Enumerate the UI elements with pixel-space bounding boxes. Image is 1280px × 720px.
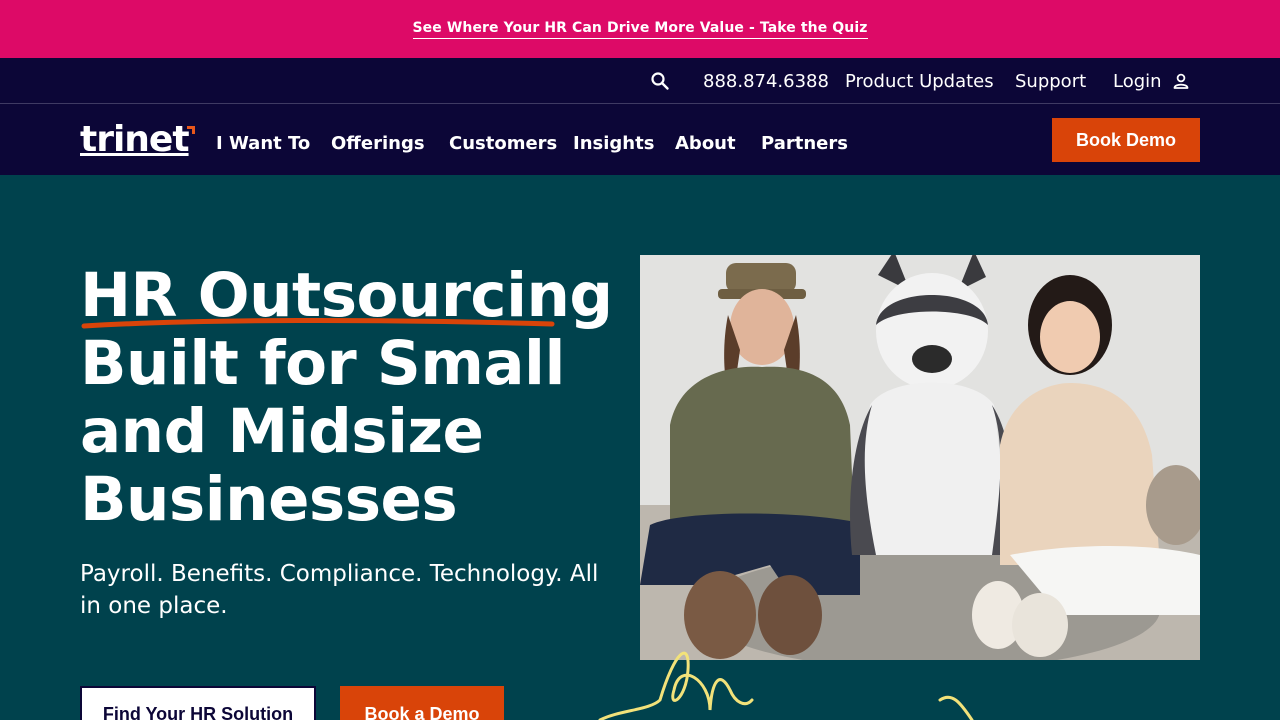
title-underline-decoration [81,317,555,329]
logo-accent-mark [186,126,195,134]
hero-subtitle: Payroll. Benefits. Compliance. Technolog… [80,561,599,619]
hero-title: HR Outsourcing Built for Small and Midsi… [80,262,620,534]
nav-partners[interactable]: Partners [761,104,848,182]
phone-link[interactable]: 888.874.6388 [703,58,829,104]
user-icon [1173,73,1188,89]
promo-quiz-link[interactable]: See Where Your HR Can Drive More Value -… [412,20,868,39]
support-link[interactable]: Support [1015,58,1086,104]
nav-insights[interactable]: Insights [573,104,654,182]
hero-photo [640,255,1200,660]
login-label: Login [1113,70,1162,92]
nav-about[interactable]: About [675,104,736,182]
login-link[interactable]: Login [1113,58,1190,104]
nav-customers[interactable]: Customers [449,104,557,182]
hero-title-line: and Midsize [80,396,484,467]
nav-i-want-to[interactable]: I Want To [216,104,310,182]
search-button[interactable] [648,58,672,104]
book-a-demo-button[interactable]: Book a Demo [340,686,504,720]
decorative-scribble [598,651,974,720]
hero-photo-illustration [640,255,1200,660]
find-hr-solution-button[interactable]: Find Your HR Solution [80,686,316,720]
book-demo-button[interactable]: Book Demo [1052,118,1200,162]
hero-title-line: Built for Small [80,328,565,399]
search-icon [651,72,669,90]
nav-offerings[interactable]: Offerings [331,104,425,182]
product-updates-link[interactable]: Product Updates [845,58,994,104]
hero-title-line: Businesses [80,464,458,535]
trinet-logo[interactable]: trinet [80,119,195,160]
logo-wordmark: trinet [80,119,190,160]
utility-bar: 888.874.6388 Product Updates Support Log… [0,58,1280,104]
main-navigation: trinet I Want To Offerings Customers Ins… [0,104,1280,175]
promo-banner: See Where Your HR Can Drive More Value -… [0,0,1280,58]
